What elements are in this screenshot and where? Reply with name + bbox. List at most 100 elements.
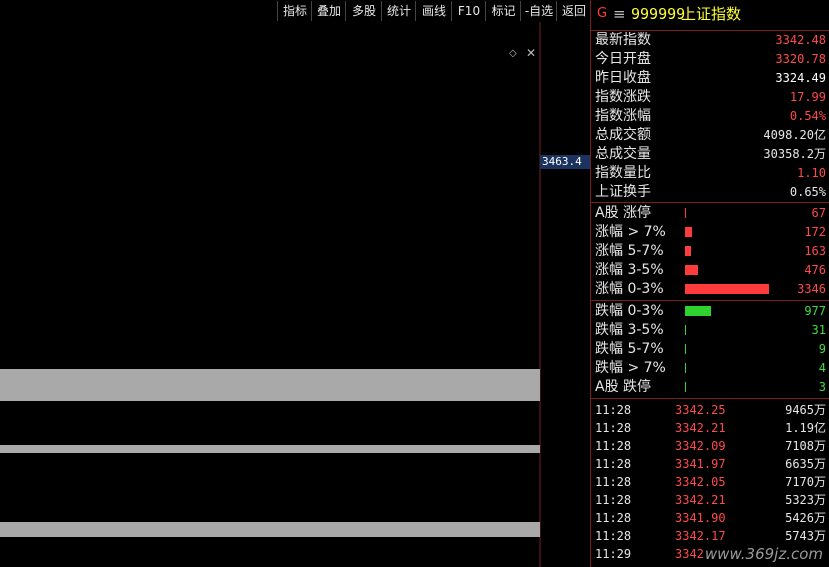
- breadth-label: 涨幅 > 7%: [595, 224, 666, 240]
- breadth-label: 跌幅 0-3%: [595, 303, 664, 319]
- kline-chart[interactable]: 36003500340033003200310030002900 3463.4 …: [0, 22, 590, 567]
- toolbar-button-2[interactable]: 多股: [345, 1, 382, 21]
- tick-price: 3342: [675, 547, 704, 561]
- breadth-bar-baseline: [685, 344, 686, 354]
- breadth-label: 跌幅 5-7%: [595, 341, 664, 357]
- panel-header: G ≡ 999999 上证指数: [591, 0, 829, 30]
- toolbar-button-5[interactable]: F10: [451, 1, 486, 21]
- toolbar-button-4[interactable]: 画线: [415, 1, 452, 21]
- tick-price: 3341.97: [675, 457, 726, 471]
- tick-time: 11:28: [595, 529, 632, 543]
- breadth-bar: [685, 265, 698, 275]
- divider: [591, 398, 829, 399]
- breadth-bar-baseline: [685, 382, 686, 392]
- tick-price: 3342.05: [675, 475, 726, 489]
- tick-row: 11:28 3342.05 7170万: [591, 473, 829, 491]
- tick-row: 11:28 3342.17 5743万: [591, 527, 829, 545]
- breadth-value: 163: [804, 244, 826, 258]
- toolbar-button-7[interactable]: -自选: [520, 1, 557, 21]
- stat-label: 今日开盘: [595, 51, 651, 67]
- breadth-bar-baseline: [685, 325, 686, 335]
- tick-time: 11:28: [595, 403, 632, 417]
- stat-row: 最新指数 3342.48: [591, 31, 829, 50]
- index-name: 上证指数: [681, 5, 742, 23]
- breadth-label: 涨幅 0-3%: [595, 281, 664, 297]
- breadth-label: A股 跌停: [595, 379, 652, 395]
- breadth-value: 4: [818, 361, 826, 375]
- breadth-label: 涨幅 3-5%: [595, 262, 664, 278]
- tick-row: 11:28 3342.25 9465万: [591, 401, 829, 419]
- close-icon[interactable]: ✕: [526, 46, 536, 60]
- tick-row: 11:28 3342.21 5323万: [591, 491, 829, 509]
- toolbar-button-0[interactable]: 指标: [277, 1, 312, 21]
- chart-background: [0, 22, 590, 567]
- group-badge[interactable]: G: [597, 0, 607, 28]
- stat-row: 指数量比 1.10: [591, 164, 829, 183]
- breadth-bar-baseline: [685, 208, 686, 218]
- index-code: 999999: [631, 5, 686, 23]
- tick-price: 3342.17: [675, 529, 726, 543]
- breadth-row: 涨幅 > 7% 172: [591, 223, 829, 242]
- toolbar-button-6[interactable]: 标记: [485, 1, 521, 21]
- tick-row: 11:28 3341.90 5426万: [591, 509, 829, 527]
- toolbar-button-1[interactable]: 叠加: [311, 1, 346, 21]
- breadth-value: 172: [804, 225, 826, 239]
- kline-canvas[interactable]: [0, 22, 590, 567]
- stat-label: 指数涨跌: [595, 89, 651, 105]
- breadth-row: A股 涨停 67: [591, 204, 829, 223]
- breadth-row: 跌幅 5-7% 9: [591, 340, 829, 359]
- stat-value: 17.99: [789, 90, 826, 104]
- tick-volume: 7108万: [785, 439, 826, 453]
- tick-time: 11:28: [595, 475, 632, 489]
- menu-icon[interactable]: ≡: [613, 0, 626, 28]
- stat-label: 昨日收盘: [595, 70, 651, 86]
- tick-volume: 5743万: [785, 529, 826, 543]
- breadth-row: 跌幅 0-3% 977: [591, 302, 829, 321]
- tick-time: 11:28: [595, 421, 632, 435]
- gap-band: [0, 369, 540, 401]
- stat-label: 最新指数: [595, 32, 651, 48]
- tick-volume: 9465万: [785, 403, 826, 417]
- breadth-value: 3346: [797, 282, 826, 296]
- stat-row: 指数涨幅 0.54%: [591, 107, 829, 126]
- stat-row: 今日开盘 3320.78: [591, 50, 829, 69]
- stat-value: 0.65%: [789, 185, 826, 199]
- breadth-value: 67: [811, 206, 826, 220]
- breadth-row: 涨幅 5-7% 163: [591, 242, 829, 261]
- breadth-bar: [685, 306, 711, 316]
- breadth-row: 涨幅 0-3% 3346: [591, 280, 829, 299]
- breadth-bar: [685, 246, 691, 256]
- stat-label: 指数涨幅: [595, 108, 651, 124]
- breadth-row: A股 跌停 3: [591, 378, 829, 397]
- stat-value: 30358.2万: [763, 147, 826, 161]
- divider: [591, 202, 829, 203]
- tick-volume: 1.19亿: [785, 421, 826, 435]
- stat-value: 0.54%: [789, 109, 826, 123]
- stat-row: 昨日收盘 3324.49: [591, 69, 829, 88]
- diamond-icon[interactable]: ◇: [509, 48, 517, 59]
- breadth-value: 9: [818, 342, 826, 356]
- watermark: www.369jz.com: [704, 545, 823, 563]
- breadth-label: 跌幅 3-5%: [595, 322, 664, 338]
- tick-row: 11:28 3342.21 1.19亿: [591, 419, 829, 437]
- breadth-bar: [685, 227, 692, 237]
- breadth-bar: [685, 284, 769, 294]
- breadth-value: 31: [811, 323, 826, 337]
- breadth-row: 跌幅 > 7% 4: [591, 359, 829, 378]
- toolbar-button-8[interactable]: 返回: [556, 1, 591, 21]
- stat-row: 指数涨跌 17.99: [591, 88, 829, 107]
- toolbar-button-3[interactable]: 统计: [381, 1, 416, 21]
- breadth-label: 跌幅 > 7%: [595, 360, 666, 376]
- tick-volume: 6635万: [785, 457, 826, 471]
- tick-volume: 5323万: [785, 493, 826, 507]
- breadth-label: 涨幅 5-7%: [595, 243, 664, 259]
- tick-time: 11:28: [595, 493, 632, 507]
- breadth-value: 476: [804, 263, 826, 277]
- stat-value: 4098.20亿: [763, 128, 826, 142]
- stat-row: 上证换手 0.65%: [591, 183, 829, 202]
- divider: [591, 30, 829, 31]
- gap-band: [0, 445, 540, 453]
- stat-label: 指数量比: [595, 165, 651, 181]
- stat-value: 3324.49: [775, 71, 826, 85]
- quote-panel: G ≡ 999999 上证指数 最新指数 3342.48 今日开盘 3320.78 昨日…: [590, 0, 829, 567]
